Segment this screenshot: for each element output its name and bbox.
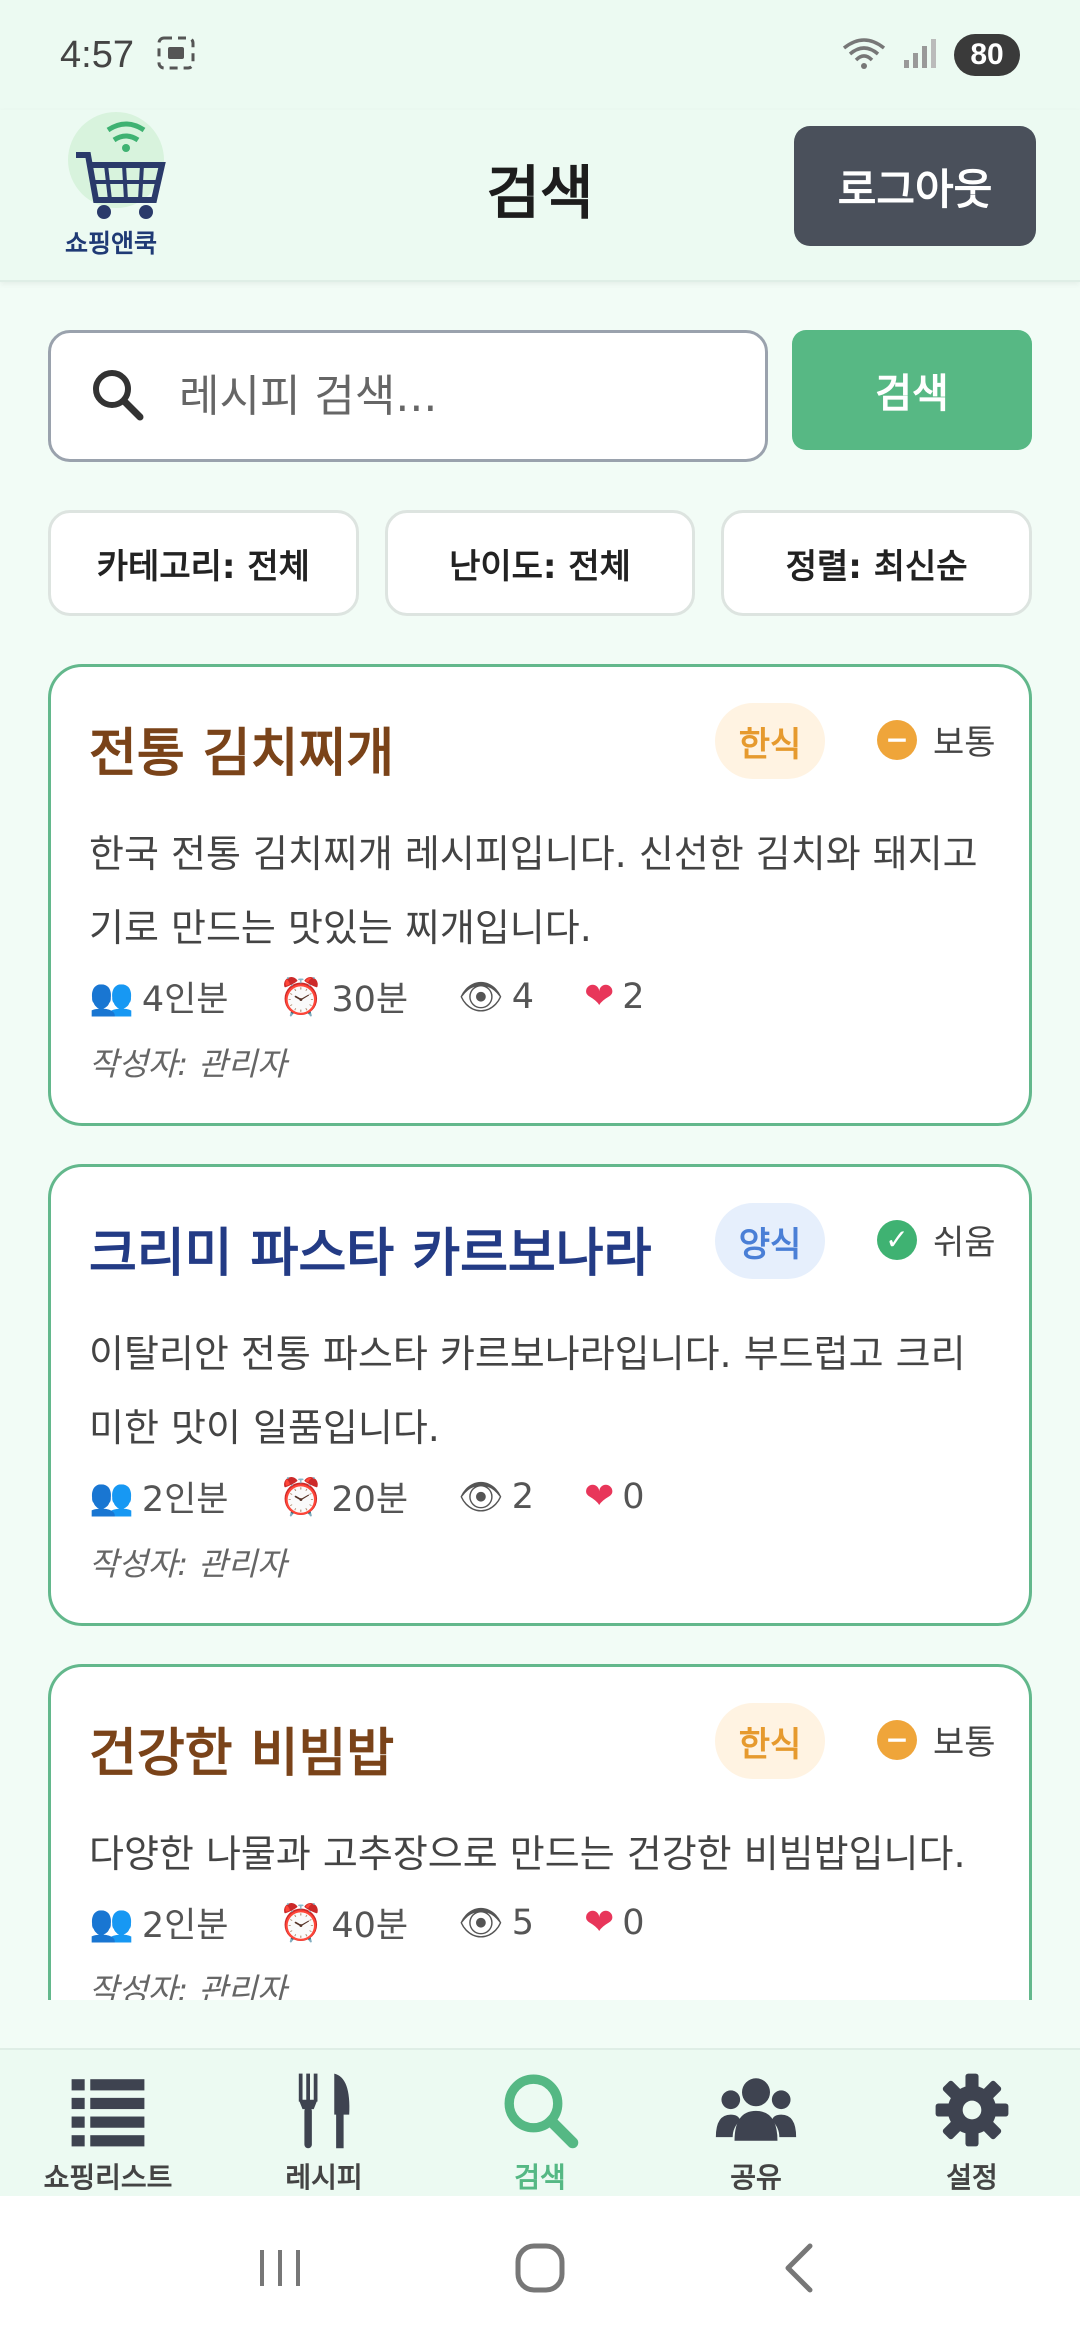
nav-share[interactable]: 공유 xyxy=(648,2050,864,2196)
check-circle-icon: ✓ xyxy=(877,1219,917,1260)
difficulty-label: 쉬움 xyxy=(933,1223,996,1263)
signal-icon xyxy=(902,36,938,74)
search-button[interactable]: 검색 xyxy=(792,330,1032,450)
nav-label: 설정 xyxy=(946,2161,998,2194)
category-badge: 양식 xyxy=(715,1203,825,1279)
recipe-meta: 👥 4인분 ⏰ 30분 👁 4 ❤ 2 xyxy=(89,971,645,1022)
difficulty-indicator: − 보통 xyxy=(877,715,996,764)
search-box[interactable] xyxy=(48,330,768,462)
recipe-list: 전통 김치찌개 한식 − 보통 한국 전통 김치찌개 레시피입니다. 신선한 김… xyxy=(48,664,1032,2000)
utensils-icon xyxy=(298,2073,350,2149)
gear-icon xyxy=(935,2073,1009,2147)
recipe-author: 작성자: 관리자 xyxy=(89,1545,287,1583)
category-badge: 한식 xyxy=(715,1703,825,1779)
recipe-description: 다양한 나물과 고추장으로 만드는 건강한 비빔밥입니다. xyxy=(89,1832,966,1876)
recipe-author: 작성자: 관리자 xyxy=(89,1045,287,1083)
eye-icon: 👁 xyxy=(458,1476,504,1518)
recipe-card[interactable]: 건강한 비빔밥 한식 − 보통 다양한 나물과 고추장으로 만드는 건강한 비빔… xyxy=(48,1664,1032,2000)
list-icon xyxy=(71,2079,145,2147)
cook-time: 20분 xyxy=(331,1480,409,1520)
recipe-title: 크리미 파스타 카르보나라 xyxy=(89,1224,652,1284)
logout-button[interactable]: 로그아웃 xyxy=(794,126,1036,246)
difficulty-label: 보통 xyxy=(933,723,996,763)
bottom-nav: 쇼핑리스트 레시피 검색 공유 설정 xyxy=(0,2048,1080,2196)
recipe-meta: 👥 2인분 ⏰ 40분 👁 5 ❤ 0 xyxy=(89,1897,645,1948)
eye-icon: 👁 xyxy=(458,1902,504,1944)
wifi-icon xyxy=(842,36,886,74)
status-time: 4:57 xyxy=(60,33,134,76)
difficulty-filter[interactable]: 난이도: 전체 xyxy=(384,510,696,616)
servings: 2인분 xyxy=(141,1480,229,1520)
recipe-card[interactable]: 전통 김치찌개 한식 − 보통 한국 전통 김치찌개 레시피입니다. 신선한 김… xyxy=(48,664,1032,1126)
recipe-title: 전통 김치찌개 xyxy=(89,724,395,784)
recipe-description: 이탈리안 전통 파스타 카르보나라입니다. 부드럽고 크리미한 맛이 일품입니다… xyxy=(89,1332,966,1450)
sort-filter[interactable]: 정렬: 최신순 xyxy=(721,510,1033,616)
nav-label: 레시피 xyxy=(285,2161,363,2194)
heart-icon: ❤ xyxy=(584,976,615,1017)
status-bar: 4:57 80 xyxy=(0,0,1080,110)
search-input[interactable] xyxy=(179,370,719,422)
recent-apps-button[interactable] xyxy=(235,2223,325,2313)
back-button[interactable] xyxy=(755,2223,845,2313)
alarm-clock-icon: ⏰ xyxy=(278,1902,324,1944)
system-nav xyxy=(0,2196,1080,2340)
nav-settings[interactable]: 설정 xyxy=(864,2050,1080,2196)
people-icon: 👥 xyxy=(89,1902,134,1944)
cook-time: 40분 xyxy=(331,1906,409,1946)
logo-text: 쇼핑앤쿡 xyxy=(65,229,157,258)
view-count: 2 xyxy=(511,1476,535,1517)
difficulty-indicator: − 보통 xyxy=(877,1715,996,1764)
nav-label: 검색 xyxy=(514,2161,566,2194)
recipe-author: 작성자: 관리자 xyxy=(89,1971,287,2000)
view-count: 4 xyxy=(511,976,535,1017)
recipe-description: 한국 전통 김치찌개 레시피입니다. 신선한 김치와 돼지고기로 만드는 맛있는… xyxy=(89,832,978,950)
nav-shopping-list[interactable]: 쇼핑리스트 xyxy=(0,2050,216,2196)
like-count: 0 xyxy=(622,1902,645,1943)
difficulty-label: 보통 xyxy=(933,1723,996,1763)
people-icon: 👥 xyxy=(89,976,134,1018)
view-count: 5 xyxy=(511,1902,535,1943)
nav-recipes[interactable]: 레시피 xyxy=(216,2050,432,2196)
nav-label: 쇼핑리스트 xyxy=(43,2161,173,2194)
recipe-title: 건강한 비빔밥 xyxy=(89,1724,395,1784)
minus-circle-icon: − xyxy=(877,719,917,760)
difficulty-indicator: ✓ 쉬움 xyxy=(877,1215,996,1264)
app-header: 쇼핑앤쿡 검색 로그아웃 xyxy=(0,110,1080,282)
alarm-clock-icon: ⏰ xyxy=(278,1476,324,1518)
search-icon xyxy=(89,366,145,426)
heart-icon: ❤ xyxy=(584,1476,615,1517)
back-icon xyxy=(785,2243,813,2293)
people-icon: 👥 xyxy=(89,1476,134,1518)
screenshot-icon xyxy=(156,35,196,75)
users-icon xyxy=(715,2078,797,2141)
servings: 4인분 xyxy=(141,980,229,1020)
category-badge: 한식 xyxy=(715,703,825,779)
recipe-card[interactable]: 크리미 파스타 카르보나라 양식 ✓ 쉬움 이탈리안 전통 파스타 카르보나라입… xyxy=(48,1164,1032,1626)
search-icon xyxy=(504,2074,579,2149)
alarm-clock-icon: ⏰ xyxy=(278,976,324,1018)
recipe-meta: 👥 2인분 ⏰ 20분 👁 2 ❤ 0 xyxy=(89,1471,645,1522)
nav-label: 공유 xyxy=(730,2161,782,2194)
battery-indicator: 80 xyxy=(954,34,1020,76)
eye-icon: 👁 xyxy=(458,976,504,1018)
home-button[interactable] xyxy=(495,2223,585,2313)
cook-time: 30분 xyxy=(331,980,409,1020)
like-count: 2 xyxy=(622,976,645,1017)
filter-row: 카테고리: 전체 난이도: 전체 정렬: 최신순 xyxy=(48,510,1033,616)
heart-icon: ❤ xyxy=(584,1902,615,1943)
category-filter[interactable]: 카테고리: 전체 xyxy=(48,510,359,616)
home-icon xyxy=(515,2243,565,2293)
minus-circle-icon: − xyxy=(877,1719,917,1760)
servings: 2인분 xyxy=(141,1906,229,1946)
like-count: 0 xyxy=(622,1476,645,1517)
nav-search[interactable]: 검색 xyxy=(432,2050,648,2196)
recent-apps-icon xyxy=(260,2250,300,2286)
